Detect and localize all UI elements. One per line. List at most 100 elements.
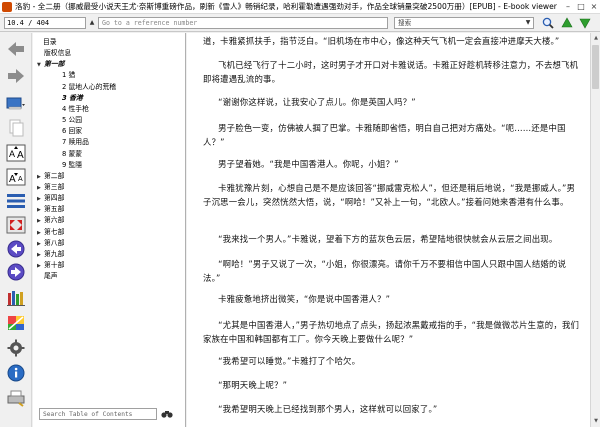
paragraph: “我希望明天晚上已经找到那个男人，这样就可以回家了。” xyxy=(218,404,438,414)
toc-item[interactable]: 3 香港 xyxy=(55,93,83,103)
reading-pane[interactable]: 道，卡雅紧抓扶手，指节泛白。“旧机场在市中心，像这种天气飞机一定会直接冲进摩天大… xyxy=(187,33,590,427)
location-spin-arrows[interactable]: ▲ xyxy=(88,17,96,29)
toc-item-label: 第二部 xyxy=(44,171,65,180)
toc-item[interactable]: 8 蒙蒙 xyxy=(55,149,82,159)
print-button[interactable] xyxy=(5,388,27,408)
toc-item[interactable]: ▶ 第五部 xyxy=(37,204,64,214)
font-smaller-button[interactable]: AA xyxy=(5,167,27,187)
toc-item-label: 6 回家 xyxy=(62,127,83,136)
window-title: 洛豹 - 全二册（挪威最受小说天王尤·奈斯博重磅作品，刷新《雪人》畅销纪录，哈利… xyxy=(15,2,557,11)
reference-input[interactable] xyxy=(98,17,388,29)
toc-item[interactable]: 6 回家 xyxy=(55,126,82,136)
toc-item-label: 版权信息 xyxy=(44,49,72,58)
previous-page-button[interactable] xyxy=(5,239,27,259)
paragraph: “我希望可以睡觉。”卡雅打了个哈欠。 xyxy=(218,356,361,366)
back-button[interactable] xyxy=(5,39,27,59)
toc-item[interactable]: ▶ 第七部 xyxy=(37,227,64,237)
reference-mode-button[interactable] xyxy=(5,313,27,333)
close-button[interactable]: × xyxy=(588,1,600,13)
toc-item[interactable]: ▶ 第六部 xyxy=(37,215,64,225)
expand-right-icon[interactable]: ▶ xyxy=(37,183,44,193)
toc-item[interactable]: 版权信息 xyxy=(37,48,71,58)
find-previous-button[interactable] xyxy=(560,16,574,30)
copy-button[interactable] xyxy=(5,118,27,138)
bookmark-button[interactable] xyxy=(5,288,27,308)
toc-item[interactable]: ▶ 第三部 xyxy=(37,182,64,192)
expand-right-icon[interactable]: ▶ xyxy=(37,216,44,226)
minimize-button[interactable]: – xyxy=(562,1,574,13)
expand-right-icon[interactable]: ▶ xyxy=(37,194,44,204)
toc-item-label: 第四部 xyxy=(44,194,65,203)
svg-text:A: A xyxy=(18,176,23,183)
toc-toggle-button[interactable] xyxy=(5,191,27,211)
toc-item[interactable]: 1 猎 xyxy=(55,70,75,80)
library-button[interactable] xyxy=(5,93,27,113)
reference-mode-icon xyxy=(8,316,24,330)
toc-item[interactable]: 5 公园 xyxy=(55,115,82,125)
next-page-button[interactable] xyxy=(5,262,27,282)
gear-icon xyxy=(7,339,25,357)
left-toolbar: AA AA xyxy=(0,33,32,427)
info-button[interactable] xyxy=(5,363,27,383)
app-icon xyxy=(2,1,12,12)
find-next-button[interactable] xyxy=(578,16,592,30)
toc-item-label: 第七部 xyxy=(44,227,65,236)
search-button[interactable] xyxy=(541,16,555,30)
reader-scrollbar[interactable]: ▲ ▼ xyxy=(590,33,600,427)
expand-right-icon[interactable]: ▶ xyxy=(37,172,44,182)
expand-right-icon[interactable]: ▶ xyxy=(37,205,44,215)
svg-text:A: A xyxy=(17,150,24,161)
toc-item[interactable]: 2 鼠地人心的荒稽 xyxy=(55,82,116,92)
search-dropdown-chevron-icon[interactable]: ▼ xyxy=(523,18,533,28)
toc-item[interactable]: ▶ 第四部 xyxy=(37,193,64,203)
toc-item-label: 第六部 xyxy=(44,216,65,225)
fullscreen-icon xyxy=(6,216,26,234)
toc-item[interactable]: 4 性手枪 xyxy=(55,104,89,114)
toc-item[interactable]: ▶ 第九部 xyxy=(37,249,64,259)
expand-right-icon[interactable]: ▶ xyxy=(37,250,44,260)
toc-item[interactable]: 7 赎用品 xyxy=(55,137,89,147)
search-input[interactable] xyxy=(394,17,534,29)
expand-down-icon[interactable]: ▼ xyxy=(37,60,44,70)
scroll-down-arrow-icon[interactable]: ▼ xyxy=(592,417,600,425)
expand-right-icon[interactable]: ▶ xyxy=(37,228,44,238)
font-larger-button[interactable]: AA xyxy=(5,143,27,163)
toc-item-label: 4 性手枪 xyxy=(62,104,89,113)
paragraph: 卡雅犹豫片刻，心想自己是不是应该回答“挪威雷克松人”，但还是稍后地说，“我是挪威… xyxy=(203,183,576,207)
svg-text:A: A xyxy=(9,149,15,159)
navigation-toolbar: 10.4 / 404 ▲ ▼ xyxy=(0,14,600,32)
expand-right-icon[interactable]: ▶ xyxy=(37,239,44,249)
toc-item[interactable]: 9 監隱 xyxy=(55,160,82,170)
table-of-contents-panel: 目录版权信息 ▼ 第一部 1 猎 2 鼠地人心的荒稽 3 香港 4 性手枪 5 公园 6 回家 7… xyxy=(33,33,186,427)
paragraph: “我来找一个男人。”卡雅说，望着下方的蓝灰色云层，希望陆地很快就会从云层之间出现… xyxy=(218,234,558,244)
scrollbar-thumb[interactable] xyxy=(592,45,599,89)
toc-search-input[interactable] xyxy=(39,408,157,420)
next-page-icon xyxy=(7,263,25,281)
toc-item-label: 第五部 xyxy=(44,205,65,214)
info-icon xyxy=(7,364,25,382)
paragraph: “那明天晚上呢？” xyxy=(218,380,288,390)
fullscreen-button[interactable] xyxy=(5,215,27,235)
toc-item[interactable]: ▼ 第一部 xyxy=(37,59,64,69)
toc-item-label: 2 鼠地人心的荒稽 xyxy=(62,82,117,91)
toc-item[interactable]: ▶ 第八部 xyxy=(37,238,64,248)
title-bar: 洛豹 - 全二册（挪威最受小说天王尤·奈斯博重磅作品，刷新《雪人》畅销纪录，哈利… xyxy=(0,0,600,14)
location-spinbox[interactable]: 10.4 / 404 xyxy=(4,17,86,29)
toc-item-label: 第九部 xyxy=(44,249,65,258)
expand-right-icon[interactable]: ▶ xyxy=(37,261,44,271)
toc-item-label: 第一部 xyxy=(44,60,65,69)
bookmark-icon xyxy=(7,291,25,306)
toc-item-label: 尾声 xyxy=(44,272,58,281)
toc-item[interactable]: 尾声 xyxy=(37,271,58,281)
forward-button[interactable] xyxy=(5,66,27,86)
preferences-button[interactable] xyxy=(5,338,27,358)
previous-page-icon xyxy=(7,240,25,258)
toc-item[interactable]: ▶ 第十部 xyxy=(37,260,64,270)
maximize-button[interactable]: □ xyxy=(575,1,587,13)
copy-icon xyxy=(9,119,24,137)
toc-search-button[interactable] xyxy=(160,407,174,421)
scroll-up-arrow-icon[interactable]: ▲ xyxy=(592,34,600,42)
svg-text:A: A xyxy=(9,174,16,185)
toc-item[interactable]: ▶ 第二部 xyxy=(37,171,64,181)
toc-item[interactable]: 目录 xyxy=(36,37,57,47)
